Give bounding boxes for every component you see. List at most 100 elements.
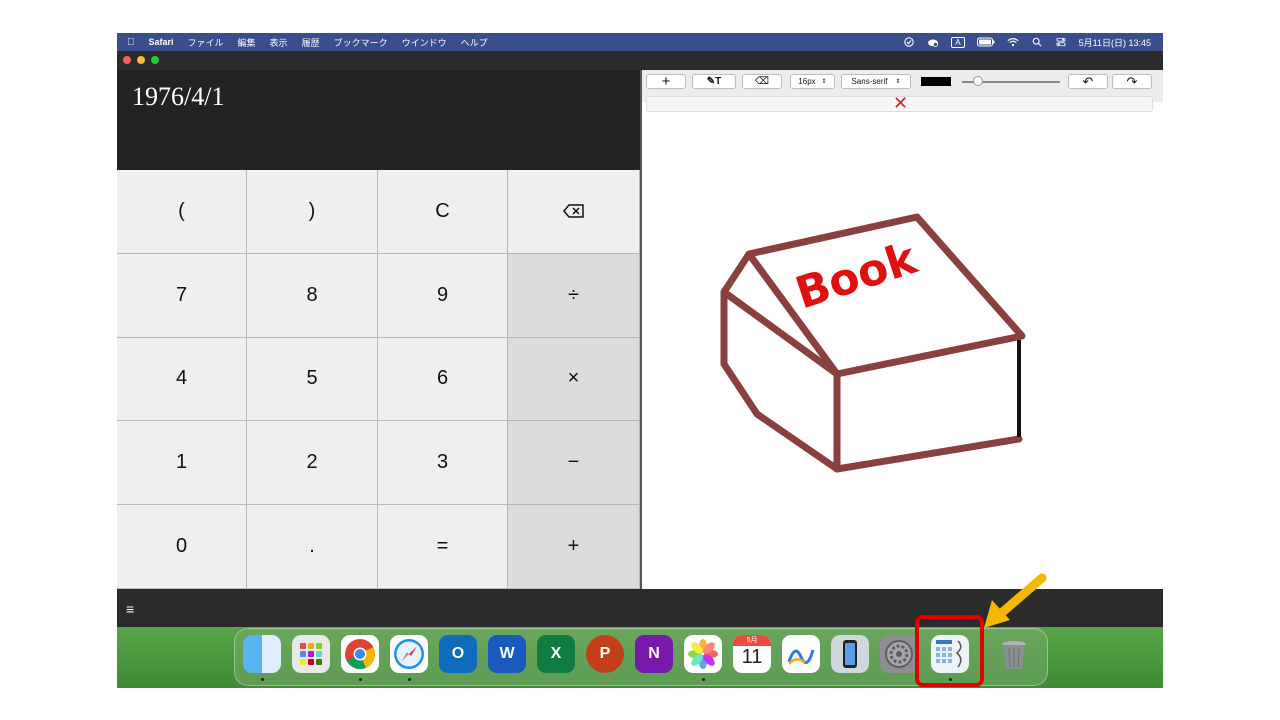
menu-view[interactable]: 表示 bbox=[270, 36, 288, 49]
launchpad-grid-icon bbox=[300, 643, 322, 665]
font-size-select[interactable]: 16px ⇕ bbox=[790, 74, 835, 89]
outlook-icon[interactable]: O bbox=[439, 635, 477, 673]
phone-icon bbox=[843, 640, 857, 668]
clear-bar[interactable]: ✕ bbox=[646, 93, 1153, 114]
key-equals[interactable]: = bbox=[378, 505, 508, 589]
redo-button[interactable]: ↷ bbox=[1112, 74, 1152, 89]
key-4[interactable]: 4 bbox=[117, 337, 247, 422]
safari-compass-icon bbox=[394, 639, 424, 669]
font-size-value: 16px bbox=[798, 77, 816, 86]
apple-menu-icon[interactable]:  bbox=[127, 37, 135, 48]
backspace-icon bbox=[562, 204, 584, 219]
running-indicator bbox=[702, 678, 705, 681]
display-value: 1976/4/1 bbox=[132, 82, 225, 111]
excel-icon[interactable]: X bbox=[537, 635, 575, 673]
menu-clock[interactable]: 5月11日(日) 13:45 bbox=[1079, 36, 1151, 49]
eraser-button[interactable]: ⌫ bbox=[742, 74, 782, 89]
key-divide[interactable]: ÷ bbox=[508, 253, 640, 338]
control-center-icon[interactable] bbox=[1055, 37, 1067, 47]
freeform-squiggle-icon bbox=[787, 649, 815, 665]
chrome-icon[interactable] bbox=[341, 635, 379, 673]
chrome-logo-icon bbox=[345, 639, 375, 670]
font-family-value: Sans-serif bbox=[851, 77, 888, 86]
key-multiply[interactable]: × bbox=[508, 337, 640, 422]
calculator-display: 1976/4/1 bbox=[117, 70, 640, 170]
close-window-icon[interactable] bbox=[123, 56, 131, 64]
slider-thumb[interactable] bbox=[973, 76, 983, 86]
book-label: Book bbox=[790, 232, 925, 319]
running-indicator bbox=[408, 678, 411, 681]
calendar-day: 11 bbox=[741, 646, 763, 668]
calculator-panel: 1976/4/1 ( ) C 7 8 9 ÷ 4 5 6 × 1 2 3 − 0… bbox=[117, 70, 640, 589]
trash-can-icon bbox=[1002, 641, 1026, 669]
add-button[interactable]: + bbox=[646, 73, 686, 90]
menu-window[interactable]: ウインドウ bbox=[402, 36, 447, 49]
drawing-panel: + ✎T ⌫ 16px ⇕ Sans-serif ⇕ ↶ ↷ ✕ Book bbox=[640, 70, 1163, 589]
key-9[interactable]: 9 bbox=[378, 253, 508, 338]
text-tool-button[interactable]: ✎T bbox=[692, 74, 736, 89]
photos-flower-icon bbox=[688, 639, 718, 669]
font-family-select[interactable]: Sans-serif ⇕ bbox=[841, 74, 911, 89]
book-drawing: Book bbox=[720, 213, 1026, 473]
menu-edit[interactable]: 編集 bbox=[238, 36, 256, 49]
calendar-month: 5月 bbox=[733, 635, 771, 646]
hamburger-menu-icon[interactable]: ≡ bbox=[126, 601, 134, 617]
key-0[interactable]: 0 bbox=[117, 505, 247, 589]
weather-icon[interactable] bbox=[927, 37, 939, 47]
calculator-keypad: ( ) C 7 8 9 ÷ 4 5 6 × 1 2 3 − 0 . = + bbox=[117, 170, 640, 589]
gear-icon bbox=[885, 640, 913, 668]
key-subtract[interactable]: − bbox=[508, 421, 640, 506]
key-7[interactable]: 7 bbox=[117, 253, 247, 338]
running-indicator bbox=[359, 678, 362, 681]
menu-help[interactable]: ヘルプ bbox=[461, 36, 488, 49]
key-6[interactable]: 6 bbox=[378, 337, 508, 422]
select-arrows-icon: ⇕ bbox=[821, 79, 827, 85]
freeform-icon[interactable] bbox=[782, 635, 820, 673]
title-bar bbox=[117, 51, 1163, 70]
onenote-icon[interactable]: N bbox=[635, 635, 673, 673]
drawing-canvas[interactable]: Book bbox=[642, 114, 1163, 587]
focus-icon[interactable] bbox=[903, 37, 915, 47]
key-open-paren[interactable]: ( bbox=[117, 170, 247, 254]
safari-icon[interactable] bbox=[390, 635, 428, 673]
key-close-paren[interactable]: ) bbox=[247, 170, 378, 254]
menu-bookmarks[interactable]: ブックマーク bbox=[334, 36, 388, 49]
word-icon[interactable]: W bbox=[488, 635, 526, 673]
menu-history[interactable]: 履歴 bbox=[302, 36, 320, 49]
key-1[interactable]: 1 bbox=[117, 421, 247, 506]
arrow-icon bbox=[984, 573, 1047, 628]
wifi-icon[interactable] bbox=[1007, 37, 1019, 47]
powerpoint-icon[interactable]: P bbox=[586, 635, 624, 673]
key-decimal[interactable]: . bbox=[247, 505, 378, 589]
key-3[interactable]: 3 bbox=[378, 421, 508, 506]
menu-bar:  Safari ファイル 編集 表示 履歴 ブックマーク ウインドウ ヘルプ … bbox=[117, 33, 1163, 51]
key-add[interactable]: + bbox=[508, 505, 640, 589]
calendar-icon[interactable]: 5月 11 bbox=[733, 635, 771, 673]
color-swatch[interactable] bbox=[921, 77, 951, 86]
system-settings-icon[interactable] bbox=[880, 635, 918, 673]
photos-icon[interactable] bbox=[684, 635, 722, 673]
minimize-window-icon[interactable] bbox=[137, 56, 145, 64]
key-clear[interactable]: C bbox=[378, 170, 508, 254]
search-icon[interactable] bbox=[1031, 37, 1043, 47]
app-window: 1976/4/1 ( ) C 7 8 9 ÷ 4 5 6 × 1 2 3 − 0… bbox=[117, 51, 1163, 627]
trash-icon[interactable] bbox=[995, 635, 1033, 673]
input-A-icon[interactable]: A bbox=[951, 36, 965, 48]
menu-app-name[interactable]: Safari bbox=[149, 37, 174, 47]
key-2[interactable]: 2 bbox=[247, 421, 378, 506]
launchpad-icon[interactable] bbox=[292, 635, 330, 673]
key-5[interactable]: 5 bbox=[247, 337, 378, 422]
stroke-width-slider[interactable] bbox=[962, 76, 1060, 86]
select-arrows-icon: ⇕ bbox=[895, 79, 901, 85]
highlight-box bbox=[915, 615, 984, 687]
iphone-mirroring-icon[interactable] bbox=[831, 635, 869, 673]
backspace-key[interactable] bbox=[508, 170, 640, 254]
key-8[interactable]: 8 bbox=[247, 253, 378, 338]
zoom-window-icon[interactable] bbox=[151, 56, 159, 64]
clear-canvas-icon[interactable]: ✕ bbox=[893, 93, 908, 114]
undo-button[interactable]: ↶ bbox=[1068, 74, 1108, 89]
running-indicator bbox=[261, 678, 264, 681]
finder-icon[interactable] bbox=[243, 635, 281, 673]
menu-file[interactable]: ファイル bbox=[188, 36, 224, 49]
battery-icon[interactable] bbox=[976, 37, 995, 47]
